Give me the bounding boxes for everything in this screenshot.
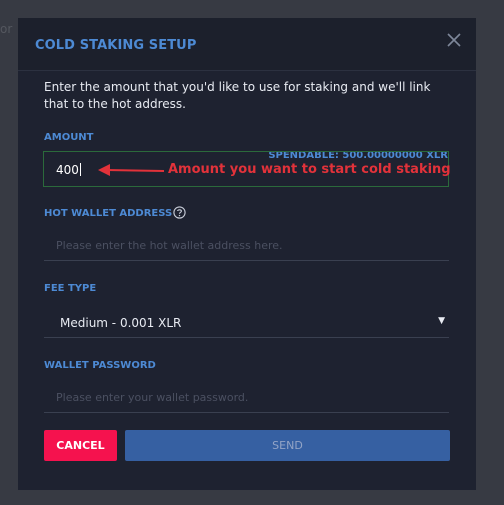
amount-annotation: Amount you want to start cold staking [168, 162, 451, 177]
intro-text: Enter the amount that you'd like to use … [44, 80, 431, 111]
fee-type-select[interactable]: Medium - 0.001 XLR ▼ [44, 308, 449, 338]
amount-label: AMOUNT [44, 132, 94, 143]
arrow-left-icon [98, 164, 165, 176]
help-circle-icon[interactable] [173, 206, 186, 219]
background-text: or [0, 22, 13, 36]
wallet-password-input[interactable] [44, 383, 449, 413]
wallet-password-label: WALLET PASSWORD [44, 360, 156, 371]
amount-value: 400 [56, 163, 81, 177]
cold-staking-modal: COLD STAKING SETUP Enter the amount that… [18, 18, 476, 490]
fee-type-label: FEE TYPE [44, 283, 97, 294]
fee-type-value: Medium - 0.001 XLR [60, 316, 182, 330]
hot-wallet-address-input[interactable] [44, 231, 449, 261]
cancel-button[interactable]: CANCEL [44, 430, 117, 461]
modal-title: COLD STAKING SETUP [35, 38, 197, 53]
modal-header: COLD STAKING SETUP [18, 18, 476, 71]
close-icon[interactable] [446, 32, 462, 48]
hot-wallet-label: HOT WALLET ADDRESS [44, 208, 173, 219]
dropdown-arrow-icon: ▼ [438, 316, 445, 326]
send-button[interactable]: SEND [125, 430, 450, 461]
